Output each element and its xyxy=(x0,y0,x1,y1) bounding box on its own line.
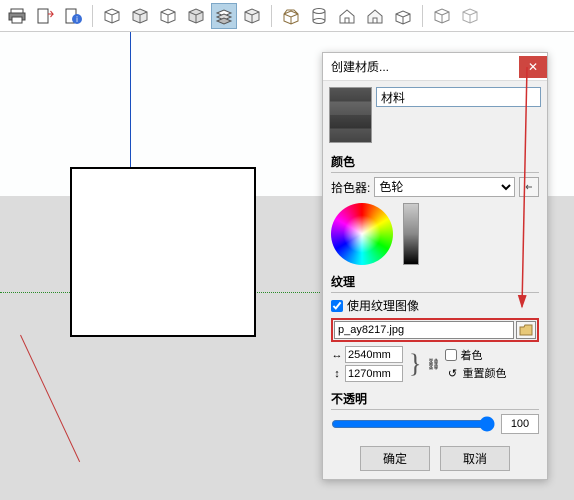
texture-file-highlight xyxy=(331,318,539,342)
cancel-button[interactable]: 取消 xyxy=(440,446,510,471)
tool-wire1-icon[interactable] xyxy=(429,3,455,29)
use-texture-checkbox[interactable] xyxy=(331,300,343,312)
opacity-input[interactable] xyxy=(501,414,539,434)
create-material-dialog: 创建材质... ✕ 颜色 拾色器: 色轮 纹理 使用纹理图像 xyxy=(322,52,548,480)
chain-link-icon[interactable]: ⛓ xyxy=(427,346,439,382)
texture-file-input[interactable] xyxy=(334,321,514,339)
color-section-header: 颜色 xyxy=(331,153,539,173)
tool-cube2-icon[interactable] xyxy=(127,3,153,29)
texture-section-header: 纹理 xyxy=(331,273,539,293)
use-texture-label: 使用纹理图像 xyxy=(347,297,419,314)
tool-cube1-icon[interactable] xyxy=(99,3,125,29)
material-thumbnail[interactable] xyxy=(329,87,372,143)
tool-layers-icon[interactable] xyxy=(211,3,237,29)
opacity-section-header: 不透明 xyxy=(331,390,539,410)
tool-cube3-icon[interactable] xyxy=(155,3,181,29)
tool-export-icon[interactable] xyxy=(32,3,58,29)
tool-cube4-icon[interactable] xyxy=(183,3,209,29)
picker-back-button[interactable] xyxy=(519,177,539,197)
tool-printer-icon[interactable] xyxy=(4,3,30,29)
axis-red xyxy=(20,335,80,462)
height-icon: ↕ xyxy=(331,368,343,380)
width-icon: ↔ xyxy=(331,349,343,361)
material-name-input[interactable] xyxy=(376,87,541,107)
brace-icon: } xyxy=(409,351,421,377)
texture-height-input[interactable] xyxy=(345,365,403,382)
tool-house2-icon[interactable] xyxy=(362,3,388,29)
tool-box-icon[interactable] xyxy=(278,3,304,29)
tool-package-icon[interactable] xyxy=(390,3,416,29)
browse-file-icon[interactable] xyxy=(516,321,536,339)
tool-cube5-icon[interactable] xyxy=(239,3,265,29)
colorize-checkbox[interactable] xyxy=(445,349,457,361)
axis-blue xyxy=(130,32,131,167)
color-picker-select[interactable]: 色轮 xyxy=(374,177,515,197)
toolbar: i xyxy=(0,0,574,32)
reset-color-icon[interactable]: ↺ xyxy=(445,367,459,380)
brightness-slider[interactable] xyxy=(403,203,419,265)
dialog-titlebar[interactable]: 创建材质... ✕ xyxy=(323,53,547,81)
rectangle-face[interactable] xyxy=(70,167,256,337)
colorize-label: 着色 xyxy=(460,347,482,363)
opacity-slider[interactable] xyxy=(331,416,495,432)
close-icon[interactable]: ✕ xyxy=(519,56,547,78)
picker-label: 拾色器: xyxy=(331,179,370,196)
tool-info-icon[interactable]: i xyxy=(60,3,86,29)
texture-width-input[interactable] xyxy=(345,346,403,363)
color-wheel[interactable] xyxy=(331,203,393,265)
svg-text:i: i xyxy=(76,15,78,24)
tool-cylinder-icon[interactable] xyxy=(306,3,332,29)
ok-button[interactable]: 确定 xyxy=(360,446,430,471)
tool-house1-icon[interactable] xyxy=(334,3,360,29)
dialog-title-text: 创建材质... xyxy=(331,58,389,75)
reset-color-label: 重置颜色 xyxy=(462,365,506,381)
tool-wire2-icon[interactable] xyxy=(457,3,483,29)
